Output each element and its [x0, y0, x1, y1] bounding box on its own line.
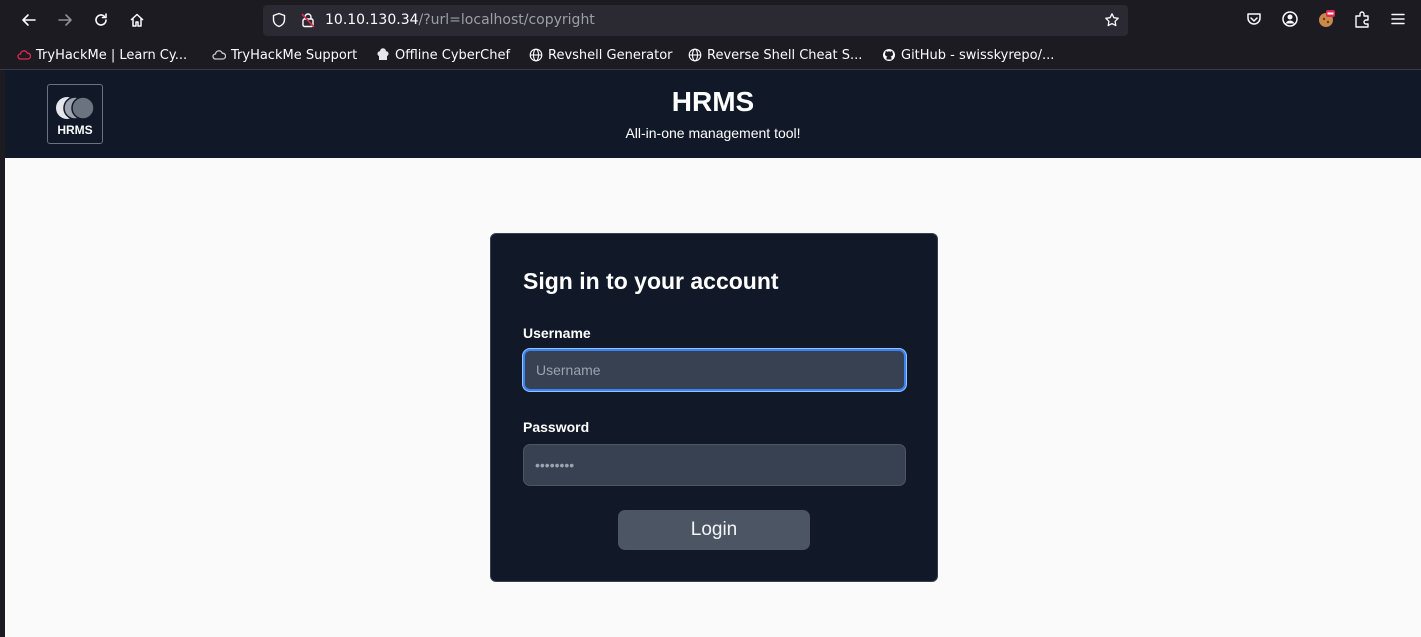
globe-icon [688, 48, 702, 62]
login-heading: Sign in to your account [523, 268, 779, 294]
tracking-shield-icon[interactable] [271, 12, 287, 28]
url-bar[interactable]: 10.10.130.34/?url=localhost/copyright [263, 5, 1128, 36]
url-path: /?url=localhost/copyright [418, 12, 595, 28]
url-host: 10.10.130.34 [325, 12, 419, 28]
browser-toolbar: 10.10.130.34/?url=localhost/copyright [0, 0, 1421, 40]
hamburger-menu-icon[interactable] [1389, 10, 1407, 28]
pocket-icon[interactable] [1245, 10, 1263, 28]
reload-button[interactable] [87, 6, 115, 34]
account-icon[interactable] [1281, 10, 1299, 28]
bookmark-reverse-shell-cheat-sheet[interactable]: Reverse Shell Cheat S... [688, 46, 862, 64]
reload-icon [95, 13, 107, 26]
cloud-icon [212, 48, 226, 62]
insecure-lock-icon[interactable] [300, 12, 316, 28]
extension-cookie-icon[interactable] [1317, 10, 1335, 28]
home-icon [130, 13, 144, 27]
bookmark-label: TryHackMe Support [231, 47, 358, 63]
login-card: Sign in to your account Username Passwor… [490, 233, 938, 582]
bookmarks-bar: TryHackMe | Learn Cy... TryHackMe Suppor… [0, 40, 1421, 70]
bookmark-star-icon[interactable] [1104, 12, 1120, 28]
site-tagline: All-in-one management tool! [625, 125, 801, 141]
bookmark-revshell-generator[interactable]: Revshell Generator [529, 46, 673, 64]
bookmark-github-swisskyrepo[interactable]: GitHub - swisskyrepo/... [882, 46, 1054, 64]
url-text[interactable]: 10.10.130.34/?url=localhost/copyright [325, 12, 595, 28]
username-label: Username [523, 325, 591, 341]
password-input[interactable] [523, 444, 906, 486]
bookmark-label: TryHackMe | Learn Cy... [36, 47, 188, 63]
bookmark-label: Revshell Generator [548, 47, 673, 63]
chef-hat-icon [376, 48, 390, 62]
forward-button[interactable] [51, 6, 79, 34]
bookmark-label: Reverse Shell Cheat S... [707, 47, 863, 63]
globe-icon [529, 48, 543, 62]
bookmark-tryhackme-support[interactable]: TryHackMe Support [212, 46, 357, 64]
back-button[interactable] [15, 6, 43, 34]
login-button[interactable]: Login [618, 510, 810, 550]
extensions-puzzle-icon[interactable] [1353, 10, 1371, 28]
site-title: HRMS [671, 86, 755, 117]
arrow-left-icon [22, 14, 36, 26]
bookmark-label: Offline CyberChef [395, 47, 511, 63]
tryhackme-cloud-icon [17, 48, 31, 62]
home-button[interactable] [123, 6, 151, 34]
password-label: Password [523, 419, 590, 435]
bookmark-cyberchef[interactable]: Offline CyberChef [376, 46, 510, 64]
github-icon [882, 48, 896, 62]
site-header: HRMS HRMS All-in-one management tool! [5, 70, 1421, 158]
username-input[interactable] [523, 349, 906, 391]
arrow-right-icon [58, 14, 72, 26]
bookmark-label: GitHub - swisskyrepo/... [901, 47, 1055, 63]
bookmark-tryhackme[interactable]: TryHackMe | Learn Cy... [17, 46, 187, 64]
